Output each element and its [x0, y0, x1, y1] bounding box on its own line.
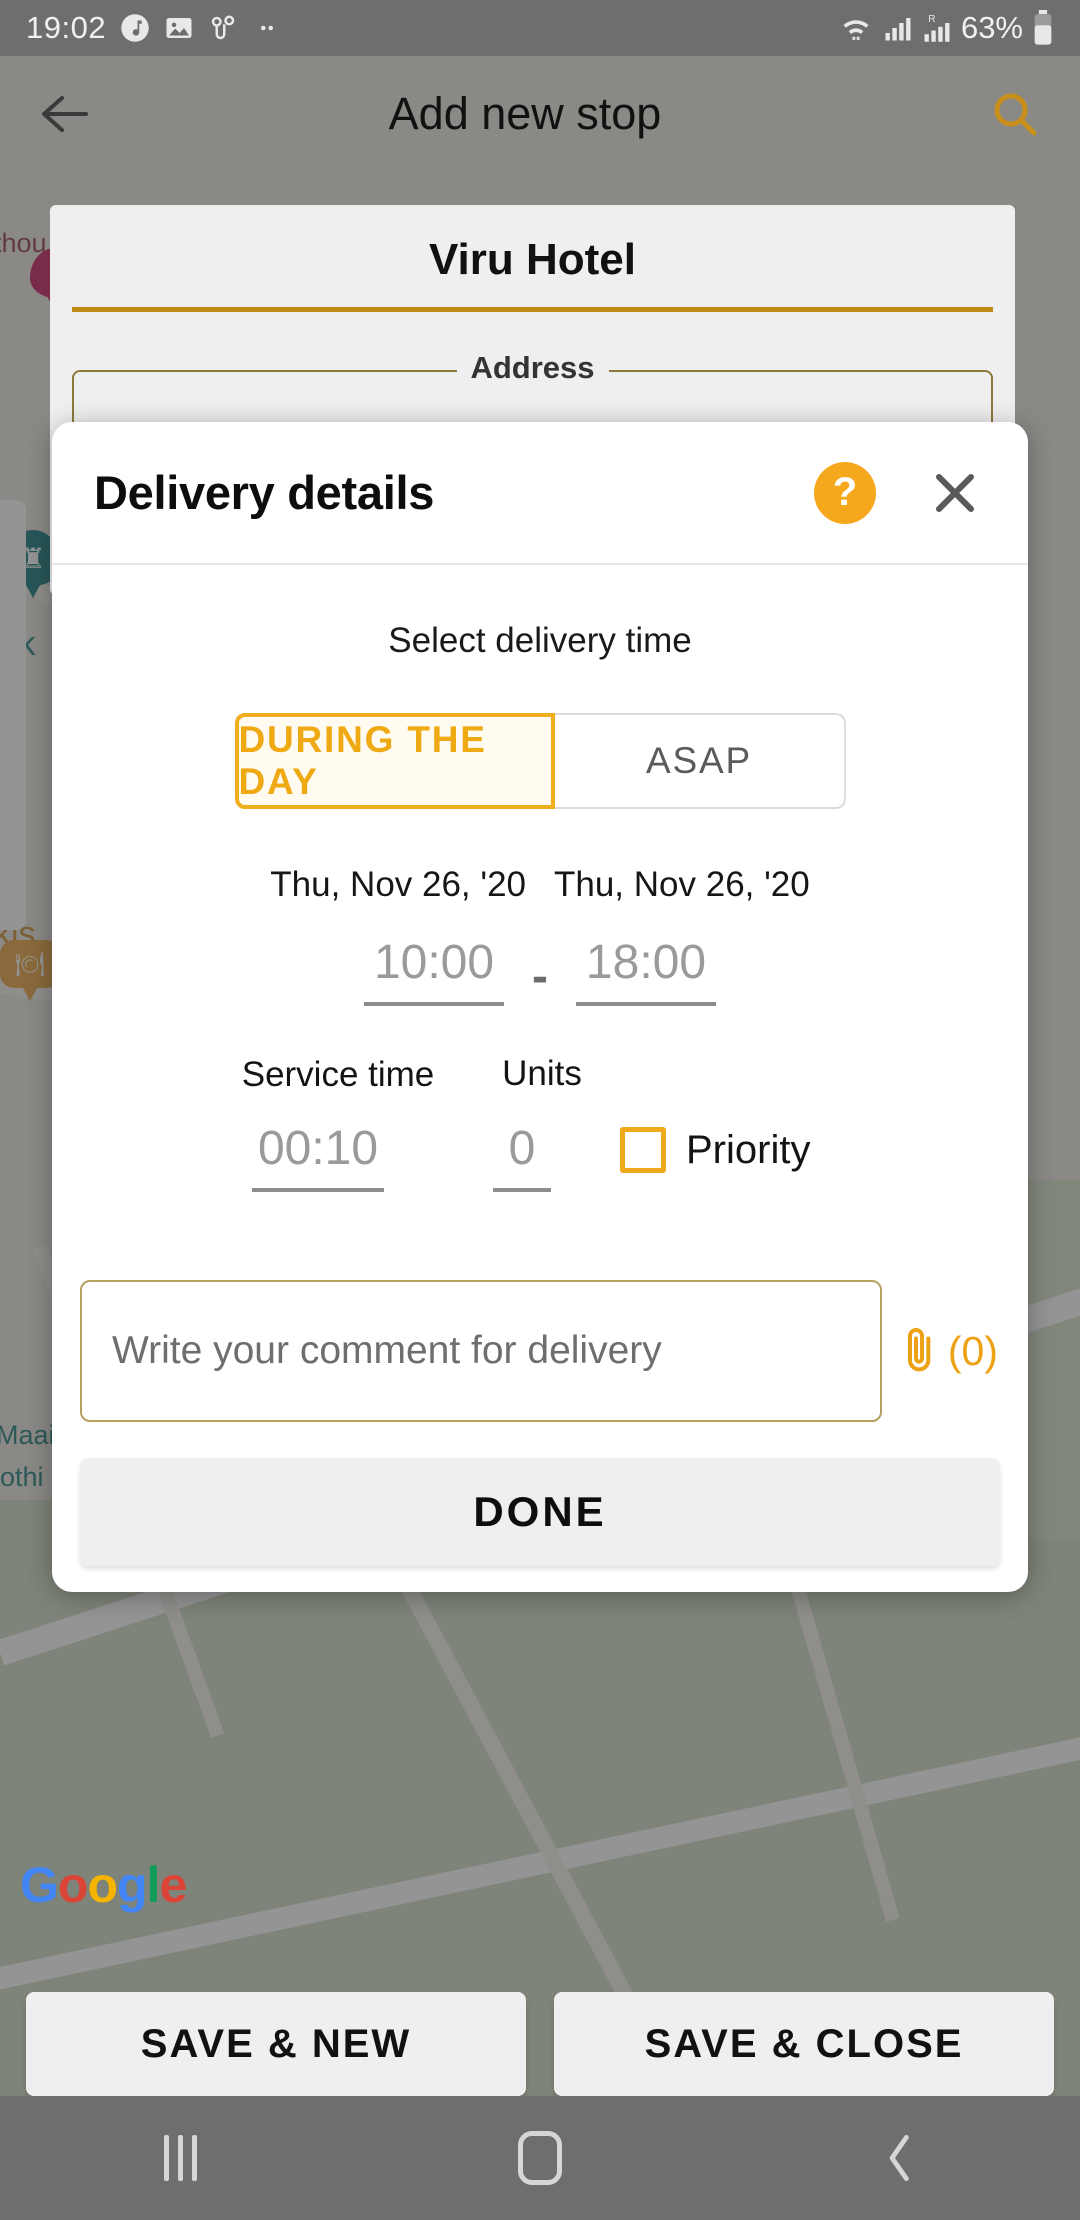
select-delivery-time-label: Select delivery time [388, 621, 692, 660]
more-dots-icon [261, 25, 274, 31]
done-button-label: DONE [473, 1488, 607, 1536]
time-to-input[interactable]: 18:00 [575, 935, 716, 1006]
google-letter-o2: o [87, 1857, 118, 1913]
help-icon-glyph: ? [832, 470, 858, 514]
page-title: Add new stop [388, 88, 662, 139]
signal-icon [885, 18, 911, 41]
service-time-label: Service time [241, 1055, 435, 1094]
route-icon [211, 15, 235, 40]
dialog-title: Delivery details [94, 466, 435, 519]
home-icon[interactable] [480, 2113, 600, 2203]
google-letter-g2: g [117, 1857, 148, 1913]
search-icon[interactable] [984, 83, 1046, 145]
music-note-icon [121, 14, 149, 42]
priority-checkbox-row[interactable]: Priority [620, 1127, 860, 1174]
tab-asap[interactable]: ASAP [554, 713, 846, 809]
comment-input[interactable]: Write your comment for delivery [80, 1280, 882, 1423]
recents-icon[interactable] [120, 2113, 240, 2203]
recents-glyph [163, 2135, 197, 2181]
image-icon [166, 18, 192, 38]
units-label: Units [502, 1054, 582, 1093]
priority-checkbox[interactable] [620, 1127, 666, 1174]
time-from-input[interactable]: 10:00 [364, 935, 504, 1006]
dialog-body: Select delivery time DURING THE DAY ASAP… [52, 621, 1028, 1592]
attachment-count: (0) [947, 1327, 998, 1374]
service-units-values-row: 00:10 0 Priority [52, 1121, 1028, 1193]
units-input[interactable]: 0 [424, 1121, 620, 1193]
comment-placeholder: Write your comment for delivery [112, 1329, 662, 1373]
comment-row: Write your comment for delivery (0) [52, 1280, 1028, 1423]
delivery-time-mode-toggle: DURING THE DAY ASAP [234, 713, 846, 809]
roaming-signal-icon: R [924, 14, 950, 42]
paperclip-icon [907, 1328, 931, 1372]
time-range-separator: - [532, 950, 548, 1003]
service-units-labels-row: Service time Units [52, 1054, 1028, 1095]
bottom-actions: SAVE & NEW SAVE & CLOSE [0, 1992, 1080, 2096]
done-button[interactable]: DONE [80, 1458, 1000, 1567]
back-icon[interactable] [840, 2113, 960, 2203]
delivery-details-dialog: Delivery details ? Select delivery time … [52, 422, 1028, 1593]
dialog-header: Delivery details ? [52, 422, 1028, 565]
delivery-time-range-row: 10:00 - 18:00 [52, 935, 1028, 1006]
google-maps-attribution: Google [20, 1856, 187, 1914]
stop-name-underline [72, 307, 993, 312]
status-time: 19:02 [26, 10, 107, 45]
tab-during-the-day[interactable]: DURING THE DAY [234, 713, 555, 809]
dialog-header-actions: ? [814, 461, 984, 524]
home-glyph [518, 2131, 562, 2185]
date-to-field[interactable]: Thu, Nov 26, '20 [554, 865, 810, 905]
status-bar: 19:02 R 63% [0, 0, 1080, 56]
app-header: Add new stop [0, 56, 1080, 172]
status-bar-left: 19:02 [26, 10, 282, 46]
priority-label: Priority [686, 1127, 811, 1172]
save-and-close-button[interactable]: SAVE & CLOSE [554, 1992, 1054, 2096]
service-time-value: 00:10 [251, 1121, 385, 1193]
save-and-new-button[interactable]: SAVE & NEW [26, 1992, 526, 2096]
wifi-icon [843, 20, 869, 40]
stop-name-value[interactable]: Viru Hotel [50, 235, 1015, 285]
delivery-date-row: Thu, Nov 26, '20 Thu, Nov 26, '20 [52, 865, 1028, 905]
help-icon[interactable]: ? [814, 461, 876, 524]
google-letter-e: e [159, 1857, 187, 1913]
service-time-input[interactable]: 00:10 [220, 1121, 416, 1193]
google-letter-o1: o [57, 1857, 89, 1913]
attachment-button[interactable]: (0) [900, 1322, 998, 1380]
date-from-field[interactable]: Thu, Nov 26, '20 [270, 865, 526, 905]
svg-text:R: R [928, 14, 935, 25]
android-nav-bar [0, 2096, 1080, 2220]
google-letter-l: l [146, 1857, 161, 1913]
status-bar-right: R 63% [838, 10, 1054, 46]
google-letter-g: G [20, 1857, 59, 1913]
address-label: Address [456, 350, 609, 386]
battery-percent: 63% [960, 10, 1023, 45]
back-glyph [889, 2134, 909, 2182]
close-icon[interactable] [926, 464, 984, 522]
battery-icon [1034, 10, 1052, 45]
units-value: 0 [492, 1121, 552, 1193]
